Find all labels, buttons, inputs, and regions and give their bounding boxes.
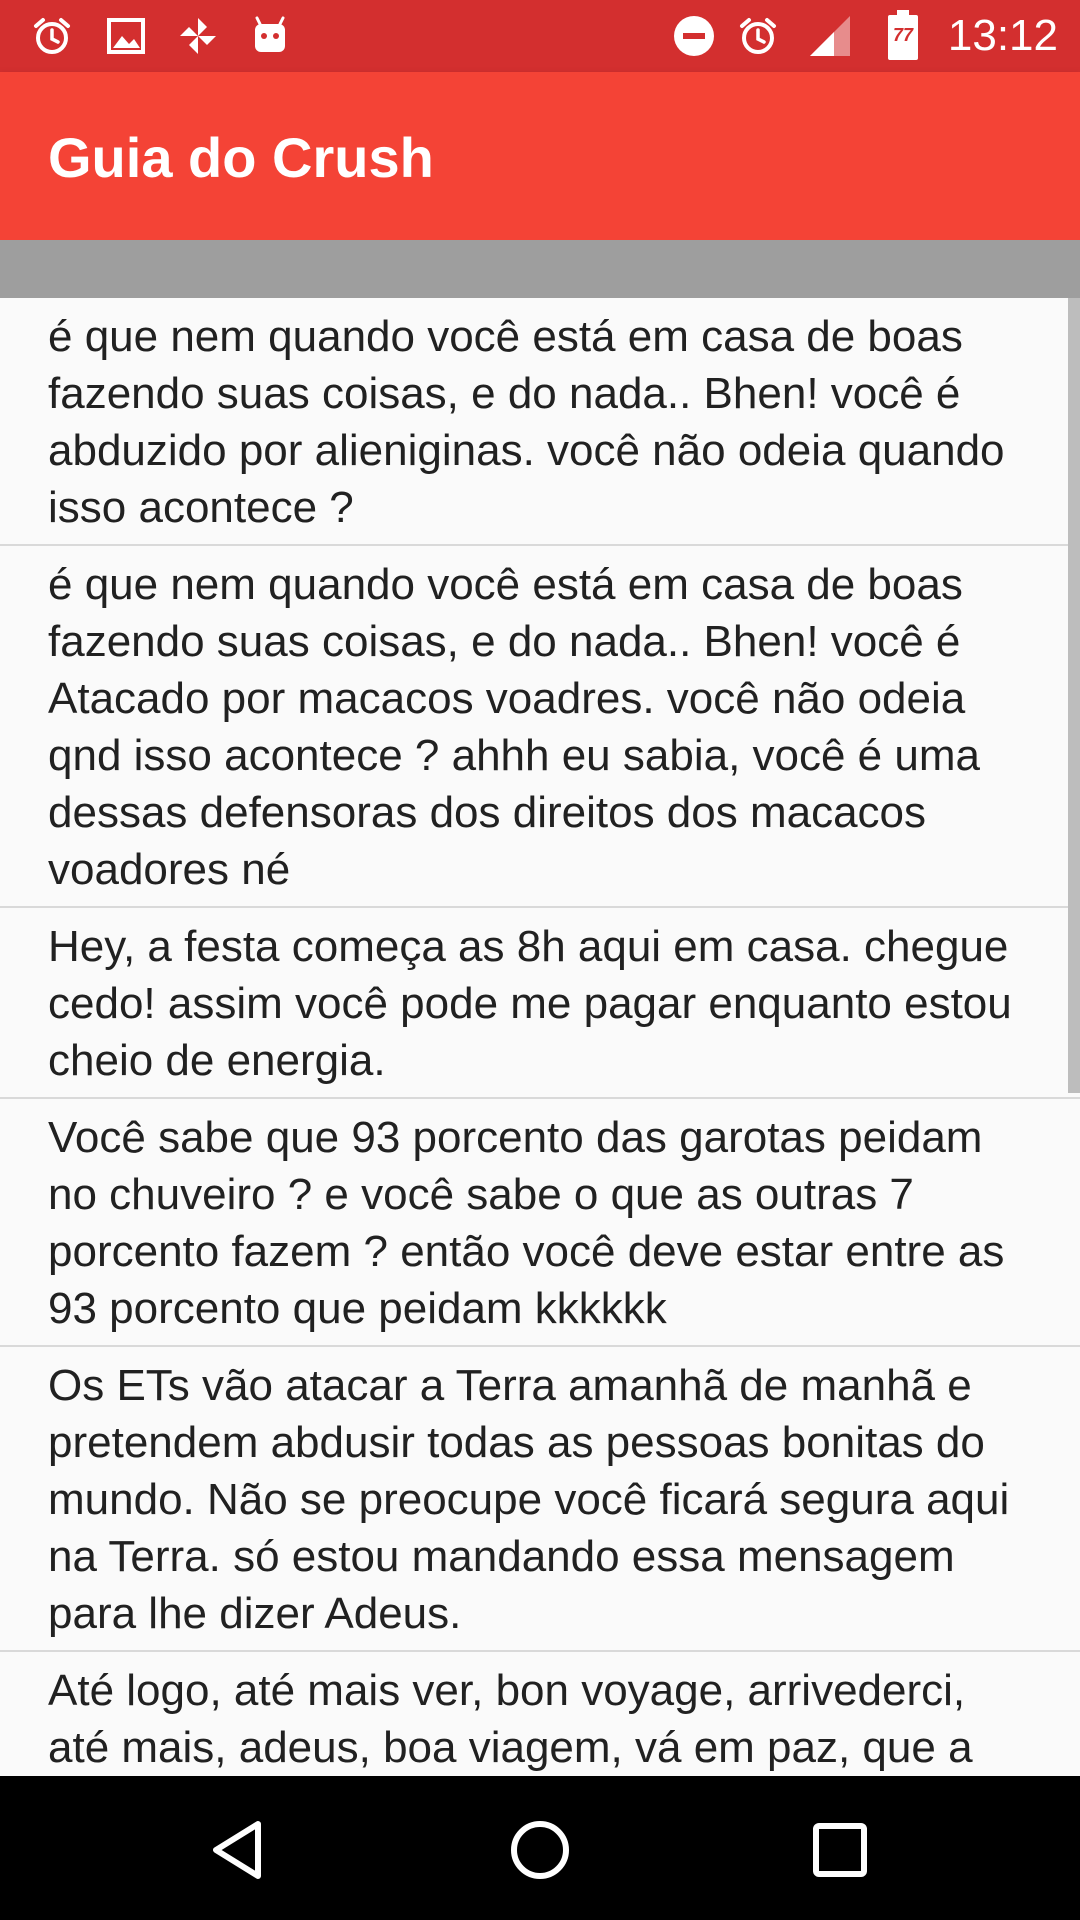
recents-icon[interactable] [808, 1818, 872, 1882]
pinwheel-icon [180, 18, 216, 54]
message-list[interactable]: é que nem quando você está em casa de bo… [0, 298, 1080, 1776]
list-item[interactable]: Até logo, até mais ver, bon voyage, arri… [0, 1652, 1080, 1776]
status-bar: 77 13:12 [0, 0, 1080, 72]
battery-level-text: 77 [892, 25, 914, 45]
list-item[interactable]: é que nem quando você está em casa de bo… [0, 298, 1080, 546]
back-icon[interactable] [208, 1818, 272, 1882]
app-title: Guia do Crush [48, 126, 434, 189]
signal-icon [810, 16, 850, 56]
navigation-bar [0, 1776, 1080, 1920]
home-icon[interactable] [508, 1818, 572, 1882]
list-item[interactable]: Você sabe que 93 porcento das garotas pe… [0, 1099, 1080, 1347]
list-item[interactable]: Os ETs vão atacar a Terra amanhã de manh… [0, 1347, 1080, 1652]
image-icon [107, 18, 145, 54]
android-icon [255, 16, 285, 52]
app-bar: Guia do Crush [0, 72, 1080, 240]
status-time: 13:12 [947, 11, 1058, 60]
alarm-icon [740, 18, 776, 54]
header-spacer [0, 240, 1080, 298]
list-item[interactable]: Hey, a festa começa as 8h aqui em casa. … [0, 908, 1080, 1099]
list-item[interactable]: é que nem quando você está em casa de bo… [0, 546, 1080, 908]
battery-icon: 77 [888, 10, 918, 60]
do-not-disturb-icon [674, 16, 714, 56]
scrollbar[interactable] [1068, 298, 1080, 1093]
alarm-icon [34, 18, 70, 54]
